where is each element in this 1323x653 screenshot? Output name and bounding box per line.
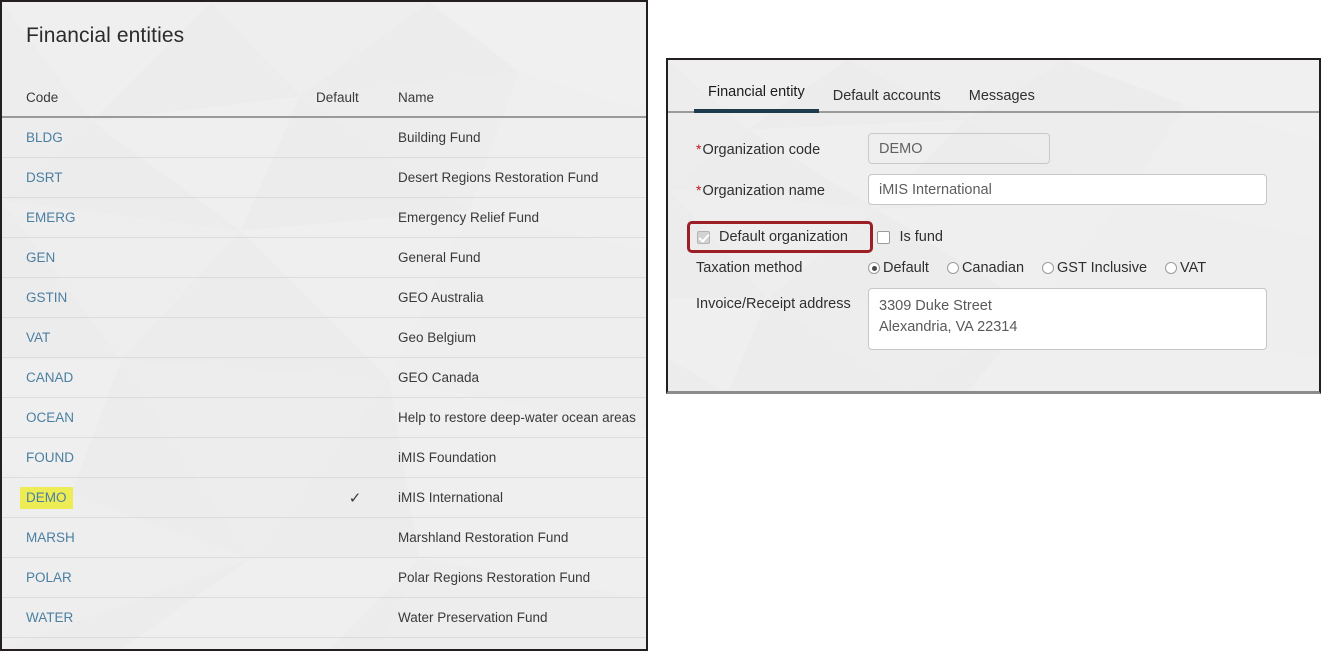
entity-name: Desert Regions Restoration Fund — [398, 170, 599, 185]
radio-taxation-default[interactable]: Default — [868, 260, 929, 276]
entity-name: General Fund — [398, 250, 481, 265]
label-organization-code: *Organization code — [696, 133, 868, 161]
required-marker-icon: * — [696, 141, 702, 157]
entity-code-link[interactable]: GEN — [26, 250, 55, 265]
entity-name: GEO Australia — [398, 290, 484, 305]
is-fund-label: Is fund — [899, 229, 943, 245]
table-row[interactable]: CANAD GEO Canada — [2, 357, 646, 398]
organization-name-input[interactable] — [868, 174, 1267, 205]
column-header-name: Name — [394, 90, 646, 118]
entity-code-link[interactable]: WATER — [26, 610, 73, 625]
label-organization-name: *Organization name — [696, 174, 868, 202]
form-row-organization-code: *Organization code — [696, 133, 1319, 164]
radio-label: Default — [883, 260, 929, 276]
default-organization-label: Default organization — [719, 229, 848, 245]
label-invoice-receipt-address: Invoice/Receipt address — [696, 296, 851, 312]
entity-name: iMIS Foundation — [398, 450, 497, 465]
radio-taxation-vat[interactable]: VAT — [1165, 260, 1206, 276]
tab-financial-entity[interactable]: Financial entity — [694, 84, 819, 113]
table-row[interactable]: EMERG Emergency Relief Fund — [2, 197, 646, 238]
radio-label: VAT — [1180, 260, 1207, 276]
entity-code-link[interactable]: OCEAN — [26, 410, 74, 425]
radio-button-icon[interactable] — [1042, 262, 1055, 274]
label-organization-name-text: Organization name — [702, 183, 825, 199]
radio-taxation-canadian[interactable]: Canadian — [946, 260, 1025, 276]
invoice-receipt-address-input[interactable] — [868, 288, 1267, 350]
column-header-default: Default — [316, 90, 394, 118]
radio-label: Canadian — [961, 260, 1025, 276]
table-header-row: Code Default Name — [2, 90, 646, 118]
table-row[interactable]: BLDG Building Fund — [2, 117, 646, 158]
entity-name: Emergency Relief Fund — [398, 210, 540, 225]
entity-code-link[interactable]: POLAR — [26, 570, 72, 585]
form-row-taxation-method: Taxation method Default Canadian GST Inc… — [696, 260, 1319, 276]
table-row[interactable]: FOUND iMIS Foundation — [2, 437, 646, 478]
radio-label: GST Inclusive — [1057, 260, 1148, 276]
table-row[interactable]: POLAR Polar Regions Restoration Fund — [2, 557, 646, 598]
tab-messages[interactable]: Messages — [955, 88, 1049, 113]
radio-button-icon[interactable] — [946, 262, 959, 274]
entity-code-link[interactable]: BLDG — [26, 130, 63, 145]
default-organization-checkbox — [697, 230, 710, 244]
table-row[interactable]: VAT Geo Belgium — [2, 317, 646, 358]
form-row-invoice-receipt-address: Invoice/Receipt address — [696, 288, 1319, 350]
entity-name: GEO Canada — [398, 370, 480, 385]
financial-entity-detail-panel: Financial entity Default accounts Messag… — [666, 58, 1321, 394]
financial-entities-panel: Financial entities Code Default Name BLD… — [0, 0, 648, 651]
entity-code-link[interactable]: VAT — [26, 330, 50, 345]
entity-name: iMIS International — [398, 490, 504, 505]
tab-default-accounts[interactable]: Default accounts — [819, 88, 955, 113]
entity-name: Polar Regions Restoration Fund — [398, 570, 591, 585]
entity-name: Building Fund — [398, 130, 481, 145]
is-fund-checkbox[interactable] — [877, 230, 891, 244]
entity-code-link[interactable]: FOUND — [26, 450, 74, 465]
radio-button-icon[interactable] — [1165, 262, 1178, 274]
radio-button-icon[interactable] — [868, 262, 880, 274]
entity-name: Help to restore deep-water ocean areas — [398, 410, 636, 425]
entity-code-link[interactable]: DSRT — [26, 170, 63, 185]
radio-taxation-gst-inclusive[interactable]: GST Inclusive — [1042, 260, 1147, 276]
table-body: BLDG Building Fund DSRT Desert Regions R… — [2, 117, 646, 638]
default-check: ✓ — [348, 489, 362, 507]
table-row[interactable]: GSTIN GEO Australia — [2, 277, 646, 318]
annotation-highlight-box: Default organization — [687, 221, 873, 253]
is-fund-row[interactable]: Is fund — [877, 227, 943, 247]
page-title: Financial entities — [26, 24, 185, 47]
tabstrip: Financial entity Default accounts Messag… — [668, 60, 1319, 113]
label-organization-code-text: Organization code — [702, 142, 821, 158]
table-row[interactable]: GEN General Fund — [2, 237, 646, 278]
entity-name: Geo Belgium — [398, 330, 477, 345]
financial-entity-form: *Organization code *Organization name De… — [668, 113, 1319, 350]
entity-name: Marshland Restoration Fund — [398, 530, 569, 545]
table-row[interactable]: WATER Water Preservation Fund — [2, 597, 646, 638]
table-row[interactable]: DSRT Desert Regions Restoration Fund — [2, 157, 646, 198]
organization-code-input — [868, 133, 1050, 164]
table-row[interactable]: OCEAN Help to restore deep-water ocean a… — [2, 397, 646, 438]
entity-name: Water Preservation Fund — [398, 610, 548, 625]
table-row-selected[interactable]: DEMO ✓ iMIS International — [2, 477, 646, 518]
taxation-method-radio-group: Default Canadian GST Inclusive VAT — [868, 260, 1224, 276]
financial-entities-table: Code Default Name BLDG Building Fund DSR… — [2, 90, 646, 638]
column-header-code: Code — [2, 90, 316, 118]
table-row[interactable]: MARSH Marshland Restoration Fund — [2, 517, 646, 558]
entity-code-link-highlighted[interactable]: DEMO — [20, 487, 73, 509]
entity-code-link[interactable]: CANAD — [26, 370, 73, 385]
entity-code-link[interactable]: EMERG — [26, 210, 76, 225]
form-row-organization-name: *Organization name — [696, 174, 1319, 205]
entity-code-link[interactable]: GSTIN — [26, 290, 67, 305]
label-taxation-method: Taxation method — [696, 260, 803, 276]
required-marker-icon: * — [696, 182, 702, 198]
entity-code-link[interactable]: MARSH — [26, 530, 75, 545]
